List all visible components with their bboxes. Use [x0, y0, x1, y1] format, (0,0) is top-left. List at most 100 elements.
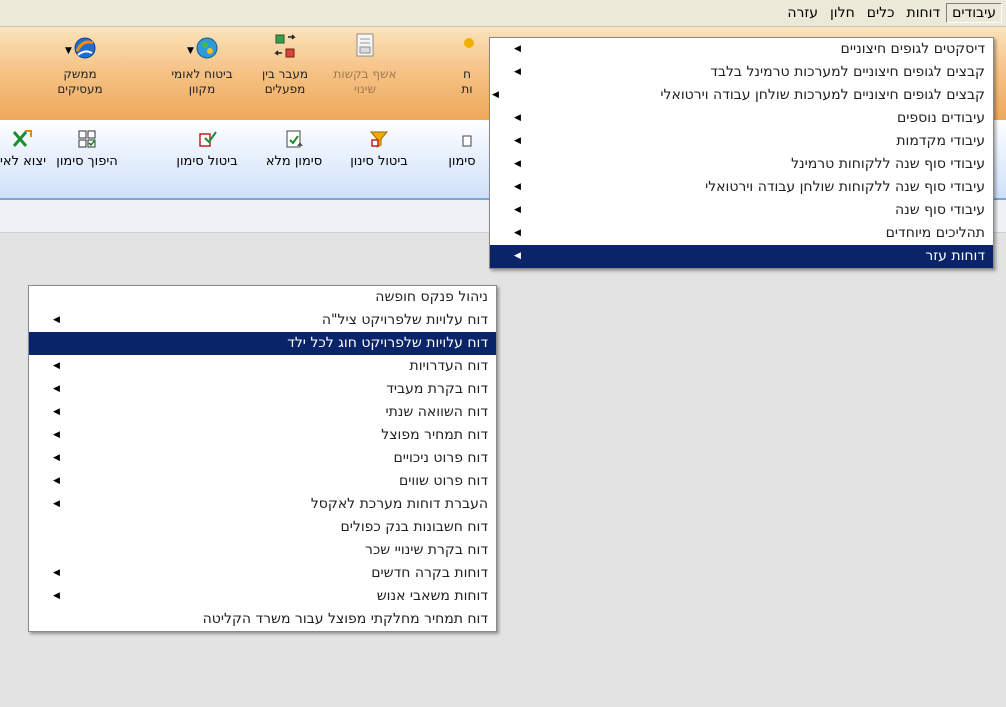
menubar: עיבודים דוחות כלים חלון עזרה [0, 0, 1006, 27]
submenu-item-label: העברת דוחות מערכת לאקסל [310, 496, 488, 512]
submenu-arrow-icon: ◀ [514, 136, 521, 146]
globe-people-icon: ▼ [185, 31, 219, 65]
menu-item-label: עיבודי סוף שנה ללקוחות שולחן עבודה וירטו… [705, 179, 985, 195]
submenu-arrow-icon: ◀ [514, 251, 521, 261]
ribbon-button-employers-interface[interactable]: ▼ ממשק מעסיקים [40, 31, 120, 97]
submenu-arrow-icon: ◀ [514, 159, 521, 169]
menu-item-auxiliary-reports[interactable]: דוחות עזר ◀ [490, 245, 993, 268]
menu-item-advance-processing[interactable]: עיבודי מקדמות ◀ [490, 130, 993, 153]
submenu-arrow-icon: ◀ [53, 591, 60, 601]
toolbar-button-clear-filter[interactable]: ביטול סינון [340, 128, 418, 169]
submenu-item-label: דוח תמחיר מחלקתי מפוצל עבור משרד הקליטה [202, 611, 488, 627]
menu-reports[interactable]: דוחות [901, 3, 947, 23]
submenu-item-label: דוח פרוט שווים [398, 473, 488, 489]
toolbar-button-clear-selection[interactable]: ביטול סימון [168, 128, 246, 169]
submenu-arrow-icon: ◀ [53, 361, 60, 371]
submenu-item-label: דוח חשבונות בנק כפולים [340, 519, 488, 535]
submenu-arrow-icon: ◀ [514, 67, 521, 77]
toolbar-label: סימון מלא [265, 154, 323, 169]
partial-icon [457, 31, 477, 65]
menu-item-additional-processing[interactable]: עיבודים נוספים ◀ [490, 107, 993, 130]
ribbon-label: שינוי [354, 82, 376, 96]
menu-tools[interactable]: כלים [861, 3, 901, 23]
submenu-item[interactable]: דוח השוואה שנתי ◀ [29, 401, 496, 424]
toolbar-label: היפוך סימון [56, 154, 118, 169]
invert-selection-icon [76, 128, 98, 150]
submenu-item-label: דוח פרוט ניכויים [393, 450, 488, 466]
submenu-arrow-icon: ◀ [514, 113, 521, 123]
submenu-arrow-icon: ◀ [492, 90, 499, 100]
submenu-item[interactable]: ניהול פנקס חופשה [29, 286, 496, 309]
menu-item-special-processes[interactable]: תהליכים מיוחדים ◀ [490, 222, 993, 245]
submenu-item[interactable]: דוח תמחיר מפוצל ◀ [29, 424, 496, 447]
submenu-item[interactable]: דוחות בקרה חדשים ◀ [29, 562, 496, 585]
menu-item-label: דוחות עזר [925, 248, 985, 264]
submenu-item[interactable]: דוח פרוט ניכויים ◀ [29, 447, 496, 470]
submenu-item[interactable]: דוח בקרת מעביד ◀ [29, 378, 496, 401]
partial-mark-icon [451, 128, 473, 150]
svg-text:▼: ▼ [187, 46, 194, 56]
submenu-arrow-icon: ◀ [53, 384, 60, 394]
globe-swirl-icon: ▼ [63, 31, 97, 65]
submenu-item-label: דוחות משאבי אנוש [376, 588, 488, 604]
toolbar-label: ביטול סימון [176, 154, 238, 169]
ribbon-label: מפעלים [264, 82, 306, 96]
submenu-item-label: דוח העדרויות [409, 358, 488, 374]
ribbon-button-factory-transfer[interactable]: מעבר בין מפעלים [245, 31, 325, 97]
submenu-item[interactable]: העברת דוחות מערכת לאקסל ◀ [29, 493, 496, 516]
menu-item-external-files-terminal[interactable]: קבצים לגופים חיצוניים למערכות טרמינל בלב… [490, 61, 993, 84]
submenu-arrow-icon: ◀ [53, 499, 60, 509]
submenu-item[interactable]: דוח עלויות שלפרויקט חוג לכל ילד [29, 332, 496, 355]
submenu-arrow-icon: ◀ [53, 407, 60, 417]
menu-item-year-end-processing[interactable]: עיבודי סוף שנה ◀ [490, 199, 993, 222]
submenu-arrow-icon: ◀ [514, 44, 521, 54]
submenu-item[interactable]: דוח העדרויות ◀ [29, 355, 496, 378]
ribbon-label: ח [463, 67, 471, 81]
submenu-item[interactable]: דוח בקרת שינויי שכר [29, 539, 496, 562]
submenu-item[interactable]: דוחות משאבי אנוש ◀ [29, 585, 496, 608]
menu-processing[interactable]: עיבודים [946, 3, 1002, 23]
menu-item-label: עיבודים נוספים [897, 110, 985, 126]
menu-window[interactable]: חלון [824, 3, 861, 23]
menu-help[interactable]: עזרה [781, 3, 824, 23]
toolbar-button-mark[interactable]: סימון [440, 128, 484, 169]
clear-filter-icon [368, 128, 390, 150]
submenu-arrow-icon: ◀ [53, 476, 60, 486]
ribbon-label: מקוון [188, 82, 216, 96]
submenu-item-label: דוח תמחיר מפוצל [381, 427, 488, 443]
toolbar-button-export-excel[interactable]: יצוא לאי [0, 128, 46, 169]
submenu-item-label: דוח השוואה שנתי [385, 404, 488, 420]
submenu-item[interactable]: דוח תמחיר מחלקתי מפוצל עבור משרד הקליטה [29, 608, 496, 631]
toolbar-label: סימון [448, 154, 476, 169]
uncheck-icon [196, 128, 218, 150]
submenu-item-label: דוח עלויות שלפרויקט חוג לכל ילד [287, 335, 488, 351]
ribbon-button-partial[interactable]: ח ות [445, 31, 489, 97]
submenu-item-label: ניהול פנקס חופשה [375, 289, 488, 305]
submenu-arrow-icon: ◀ [53, 568, 60, 578]
submenu-item[interactable]: דוח פרוט שווים ◀ [29, 470, 496, 493]
menu-item-year-end-terminal[interactable]: עיבודי סוף שנה ללקוחות טרמינל ◀ [490, 153, 993, 176]
menu-item-label: עיבודי סוף שנה ללקוחות טרמינל [791, 156, 985, 172]
menu-item-external-diskettes[interactable]: דיסקטים לגופים חיצוניים ◀ [490, 38, 993, 61]
menu-item-label: קבצים לגופים חיצוניים למערכות טרמינל בלב… [710, 64, 985, 80]
toolbar-label: ביטול סינון [350, 154, 408, 169]
menu-item-label: דיסקטים לגופים חיצוניים [840, 41, 985, 57]
submenu-item[interactable]: דוח חשבונות בנק כפולים [29, 516, 496, 539]
ribbon-label: ביטוח לאומי [171, 67, 233, 81]
factory-transfer-icon [268, 31, 302, 65]
ribbon-button-national-insurance[interactable]: ▼ ביטוח לאומי מקוון [162, 31, 242, 97]
ribbon-button-change-wizard[interactable]: אשף בקשות שינוי [325, 31, 405, 97]
menu-item-year-end-virtual-desktop[interactable]: עיבודי סוף שנה ללקוחות שולחן עבודה וירטו… [490, 176, 993, 199]
toolbar-button-invert-selection[interactable]: היפוך סימון [52, 128, 122, 169]
submenu-item-label: דוח עלויות שלפרויקט ציל"ה [321, 312, 488, 328]
menu-item-label: קבצים לגופים חיצוניים למערכות שולחן עבוד… [660, 87, 985, 103]
ribbon-label: אשף בקשות [333, 67, 397, 81]
submenu-arrow-icon: ◀ [53, 430, 60, 440]
submenu-item[interactable]: דוח עלויות שלפרויקט ציל"ה ◀ [29, 309, 496, 332]
auxiliary-reports-submenu: ניהול פנקס חופשה דוח עלויות שלפרויקט ציל… [28, 285, 497, 632]
toolbar-button-select-all[interactable]: סימון מלא [258, 128, 330, 169]
ribbon-label: מעסיקים [57, 82, 103, 96]
wizard-form-icon [348, 31, 382, 65]
menu-item-external-files-virtual-desktop[interactable]: קבצים לגופים חיצוניים למערכות שולחן עבוד… [490, 84, 993, 107]
processing-menu: דיסקטים לגופים חיצוניים ◀ קבצים לגופים חי… [489, 37, 994, 269]
